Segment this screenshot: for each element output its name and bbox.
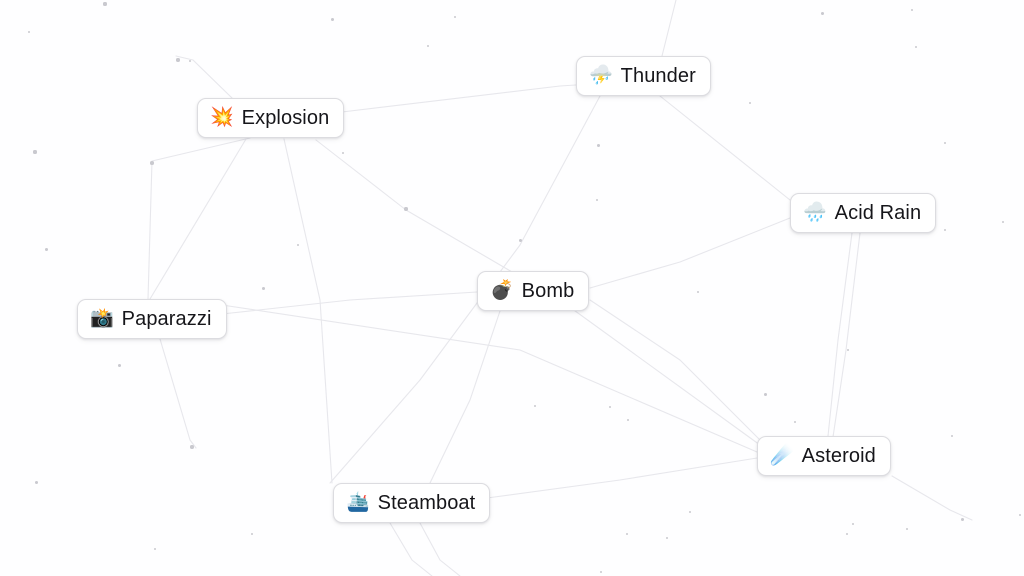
element-node-bomb[interactable]: 💣 Bomb: [477, 271, 590, 311]
element-node-label: Paparazzi: [121, 308, 212, 330]
craft-canvas[interactable]: 💥 Explosion ⛈️ Thunder 🌧️ Acid Rain 💣 Bomb 📸 Papa…: [0, 0, 1024, 576]
thunder-cloud-emoji: ⛈️: [589, 64, 613, 86]
element-node-label: Bomb: [521, 280, 575, 302]
rain-cloud-emoji: 🌧️: [803, 201, 827, 223]
bomb-emoji: 💣: [490, 279, 514, 301]
explosion-emoji: 💥: [210, 106, 234, 128]
element-node-label: Thunder: [620, 65, 696, 87]
element-node-paparazzi[interactable]: 📸 Paparazzi: [77, 299, 227, 339]
element-node-label: Acid Rain: [834, 202, 922, 224]
element-nodes-layer[interactable]: 💥 Explosion ⛈️ Thunder 🌧️ Acid Rain 💣 Bomb 📸 Papa…: [0, 0, 1024, 576]
element-node-label: Explosion: [241, 107, 330, 129]
element-node-acid-rain[interactable]: 🌧️ Acid Rain: [790, 193, 937, 233]
element-node-asteroid[interactable]: ☄️ Asteroid: [757, 436, 891, 476]
camera-flash-emoji: 📸: [90, 307, 114, 329]
steamboat-emoji: 🛳️: [346, 491, 370, 513]
element-node-label: Steamboat: [377, 492, 476, 514]
element-node-explosion[interactable]: 💥 Explosion: [197, 98, 345, 138]
element-node-label: Asteroid: [801, 445, 876, 467]
element-node-steamboat[interactable]: 🛳️ Steamboat: [333, 483, 491, 523]
asteroid-comet-emoji: ☄️: [770, 444, 794, 466]
element-node-thunder[interactable]: ⛈️ Thunder: [576, 56, 711, 96]
